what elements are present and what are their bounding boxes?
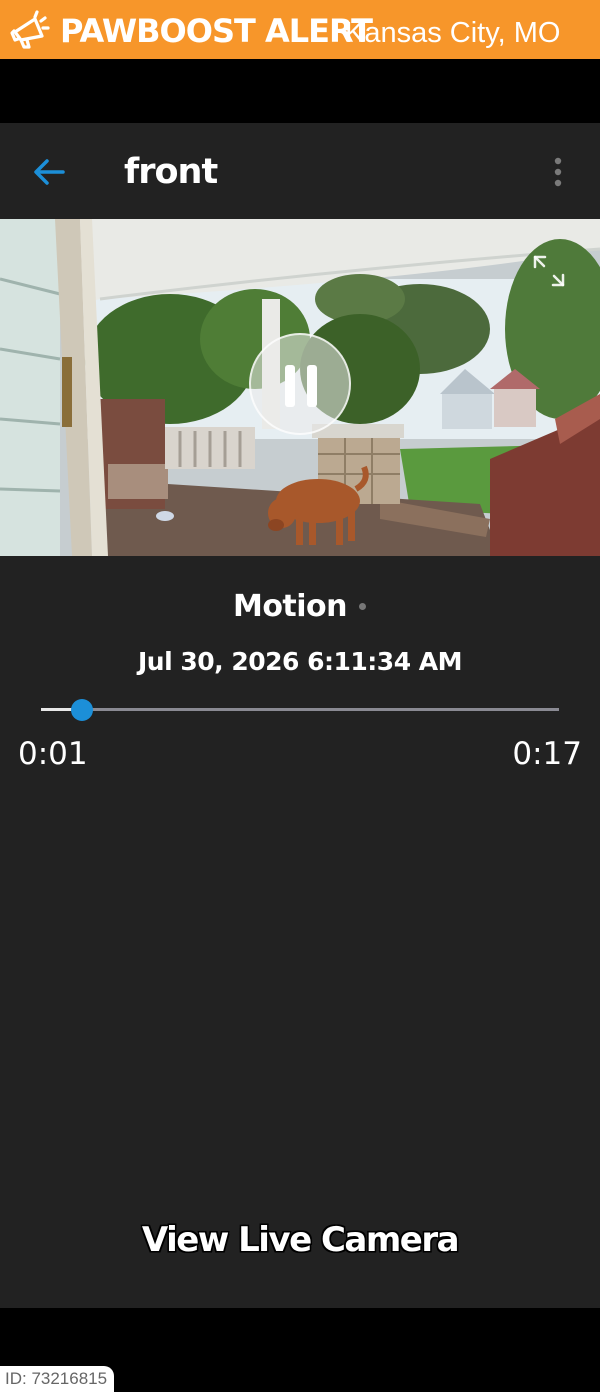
event-timestamp: Jul 30, 2026 6:11:34 AM [137, 647, 463, 676]
playback-scrubber[interactable] [41, 696, 559, 724]
current-time: 0:01 [18, 736, 88, 772]
pause-icon-bar [307, 365, 317, 407]
megaphone-icon [10, 10, 50, 49]
alert-location: Kansas City, MO [345, 17, 561, 49]
expand-icon[interactable] [531, 253, 567, 289]
pause-button[interactable] [249, 333, 351, 435]
camera-name-title: front [124, 152, 218, 192]
more-vertical-icon[interactable] [548, 154, 568, 190]
total-duration: 0:17 [512, 736, 582, 772]
scrubber-track [41, 708, 559, 711]
view-live-camera-button[interactable]: View Live Camera [0, 1218, 600, 1262]
pawboost-alert-banner: PAWBOOST ALERT Kansas City, MO [0, 0, 600, 59]
event-status-dot [359, 603, 366, 610]
alert-title: PAWBOOST ALERT [60, 12, 373, 50]
event-type-label: Motion [232, 589, 348, 624]
image-id-tag: ID: 73216815 [0, 1366, 114, 1392]
scrubber-thumb[interactable] [71, 699, 94, 721]
arrow-left-icon[interactable] [30, 155, 68, 189]
pause-icon [285, 365, 295, 407]
